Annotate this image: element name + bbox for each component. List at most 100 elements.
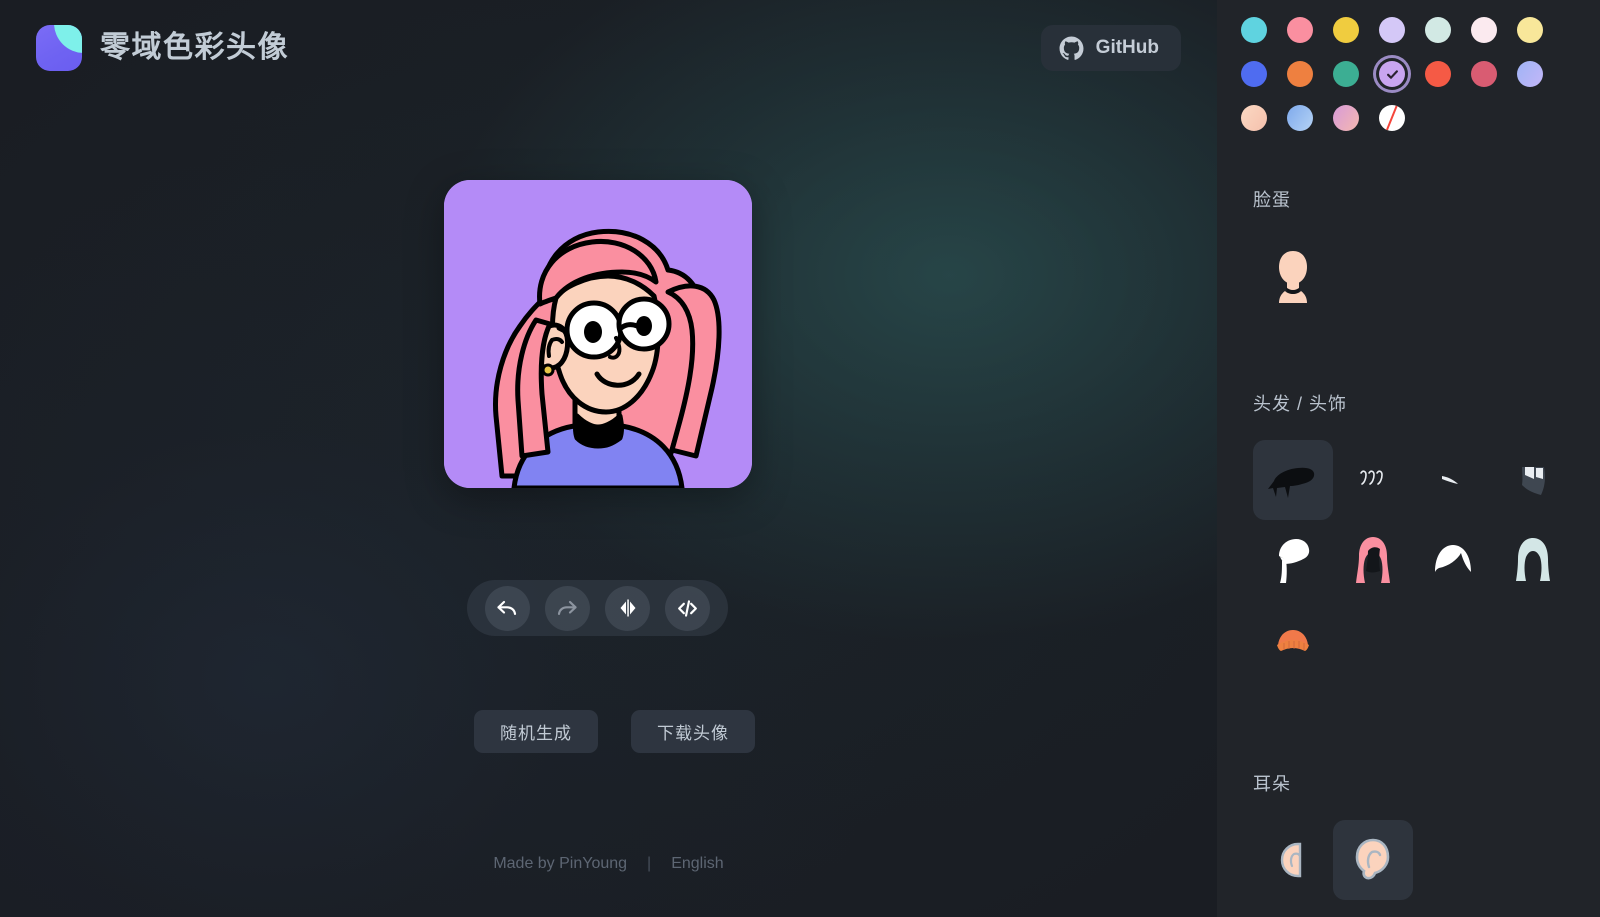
- color-swatch-red-orange[interactable]: [1425, 61, 1451, 87]
- color-swatch-cyan[interactable]: [1241, 17, 1267, 43]
- swatch-cell: [1231, 96, 1277, 140]
- color-swatch-blue[interactable]: [1241, 61, 1267, 87]
- swatch-cell: [1231, 52, 1277, 96]
- swatch-cell: [1369, 96, 1415, 140]
- color-swatch-peach-grad[interactable]: [1241, 105, 1267, 131]
- ear-small-icon: [1276, 840, 1310, 880]
- color-palette: [1217, 0, 1600, 140]
- color-swatch-teal-green[interactable]: [1333, 61, 1359, 87]
- avatar-illustration: [444, 180, 752, 488]
- section-hair: 头发 / 头饰: [1217, 390, 1600, 680]
- section-face: 脸蛋: [1217, 186, 1600, 315]
- swatch-cell: [1415, 52, 1461, 96]
- app-logo-icon: [36, 25, 82, 71]
- swatch-cell: [1369, 8, 1415, 52]
- hair-option-3[interactable]: [1413, 440, 1493, 520]
- section-hair-title: 头发 / 头饰: [1253, 394, 1348, 414]
- options-sidebar: 脸蛋 头发 / 头饰 耳朵: [1217, 0, 1600, 917]
- github-icon: [1059, 36, 1084, 61]
- hair-option-7[interactable]: [1413, 520, 1493, 600]
- swatch-cell: [1231, 8, 1277, 52]
- mirror-flip-icon: [616, 596, 640, 620]
- swatch-cell: [1323, 96, 1369, 140]
- swatch-cell: [1323, 52, 1369, 96]
- color-swatch-none[interactable]: [1379, 105, 1405, 131]
- hair-option-9[interactable]: [1253, 600, 1333, 680]
- code-brackets-icon: [675, 596, 700, 621]
- top-header: 零域色彩头像 GitHub: [0, 0, 1217, 96]
- color-swatch-pale-pink[interactable]: [1471, 17, 1497, 43]
- footer-divider: |: [647, 855, 652, 872]
- main-stage: 零域色彩头像 GitHub 随机生成 下载头像 Made by PinYoung…: [0, 0, 1217, 917]
- swatch-cell: [1461, 8, 1507, 52]
- made-by-label: Made by PinYoung: [493, 855, 628, 872]
- swatch-cell: [1507, 8, 1553, 52]
- redo-button[interactable]: [544, 585, 590, 631]
- undo-button[interactable]: [484, 585, 530, 631]
- face-shape-icon: [1268, 247, 1318, 303]
- random-generate-button[interactable]: 随机生成: [474, 710, 598, 753]
- hair-option-6[interactable]: [1333, 520, 1413, 600]
- ear-option-2[interactable]: [1333, 820, 1413, 900]
- color-swatch-blue-violet[interactable]: [1517, 61, 1543, 87]
- footer: Made by PinYoung | English: [0, 855, 1217, 873]
- beanie-hat-orange-icon: [1272, 625, 1314, 655]
- hair-short-white-icon: [1429, 540, 1477, 580]
- swatch-cell: [1277, 96, 1323, 140]
- swatch-cell: [1277, 8, 1323, 52]
- swatch-cell: [1323, 8, 1369, 52]
- color-swatch-pink[interactable]: [1287, 17, 1313, 43]
- flip-button[interactable]: [605, 585, 651, 631]
- hair-bob-blue-icon: [1510, 535, 1556, 585]
- swatch-cell: [1277, 52, 1323, 96]
- color-swatch-rose[interactable]: [1471, 61, 1497, 87]
- hair-wisp-icon: [1438, 470, 1468, 490]
- swatch-cell: [1461, 52, 1507, 96]
- face-option-1[interactable]: [1253, 235, 1333, 315]
- color-swatch-purple[interactable]: [1379, 61, 1405, 87]
- ear-large-icon: [1352, 836, 1394, 884]
- avatar-preview: [444, 180, 752, 488]
- hair-option-5[interactable]: [1253, 520, 1333, 600]
- github-button-label: GitHub: [1095, 37, 1159, 58]
- hair-cap-icon: [1512, 459, 1554, 501]
- github-button[interactable]: GitHub: [1040, 25, 1181, 71]
- brand: 零域色彩头像: [36, 25, 289, 71]
- check-icon: [1379, 61, 1405, 87]
- hair-ponytail-icon: [1271, 534, 1315, 586]
- section-ears-title: 耳朵: [1253, 774, 1291, 794]
- color-swatch-yellow[interactable]: [1333, 17, 1359, 43]
- color-swatch-pale-mint[interactable]: [1425, 17, 1451, 43]
- color-swatch-pink-purple[interactable]: [1333, 105, 1359, 131]
- undo-arrow-icon: [495, 596, 519, 620]
- code-button[interactable]: [665, 585, 711, 631]
- hair-long-pink-icon: [1349, 534, 1397, 586]
- sidebar-collapse-button[interactable]: [1217, 420, 1219, 476]
- color-swatch-orange[interactable]: [1287, 61, 1313, 87]
- hair-option-4[interactable]: [1493, 440, 1573, 520]
- avatar-generator-app: 零域色彩头像 GitHub 随机生成 下载头像 Made by PinYoung…: [0, 0, 1600, 917]
- language-switch[interactable]: English: [671, 855, 723, 873]
- section-ears: 耳朵: [1217, 770, 1600, 900]
- color-swatch-blue-grad[interactable]: [1287, 105, 1313, 131]
- redo-arrow-icon: [555, 596, 579, 620]
- page-title: 零域色彩头像: [100, 31, 289, 64]
- hair-options-grid: [1253, 440, 1593, 680]
- hair-black-flat-icon: [1266, 455, 1320, 505]
- edit-toolbar: [467, 580, 728, 636]
- swatch-cell: [1369, 52, 1415, 96]
- hair-curls-icon: [1351, 463, 1395, 497]
- hair-option-8[interactable]: [1493, 520, 1573, 600]
- section-face-title: 脸蛋: [1253, 190, 1291, 210]
- swatch-cell: [1415, 8, 1461, 52]
- swatch-cell: [1507, 52, 1553, 96]
- ear-option-1[interactable]: [1253, 820, 1333, 900]
- hair-option-1[interactable]: [1253, 440, 1333, 520]
- hair-option-2[interactable]: [1333, 440, 1413, 520]
- download-avatar-button[interactable]: 下载头像: [631, 710, 755, 753]
- color-swatch-pale-yellow[interactable]: [1517, 17, 1543, 43]
- action-button-group: 随机生成 下载头像: [474, 710, 755, 753]
- color-swatch-lavender[interactable]: [1379, 17, 1405, 43]
- ear-options-grid: [1253, 820, 1600, 900]
- face-options-grid: [1253, 235, 1600, 315]
